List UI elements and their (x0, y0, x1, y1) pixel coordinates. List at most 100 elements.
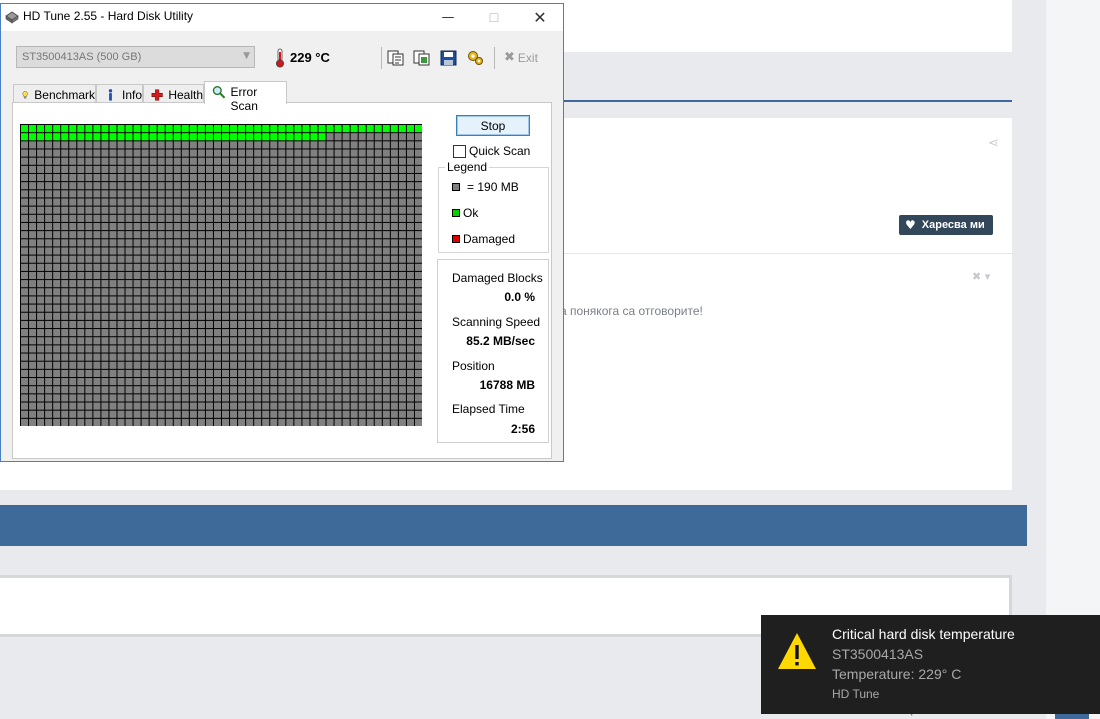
block-unscanned (53, 149, 61, 157)
block-unscanned (350, 386, 358, 394)
block-unscanned (326, 149, 334, 157)
block-unscanned (262, 288, 270, 296)
drive-select[interactable]: ST3500413AS (500 GB) ▼ (16, 46, 255, 68)
block-unscanned (390, 353, 398, 361)
block-unscanned (358, 149, 366, 157)
block-unscanned (310, 312, 318, 320)
save-icon[interactable] (440, 50, 457, 66)
options-icon[interactable] (467, 50, 484, 66)
block-unscanned (230, 222, 238, 231)
exit-button[interactable]: ✖ Exit (504, 50, 538, 65)
copy-text-icon[interactable] (387, 50, 404, 66)
block-unscanned (141, 239, 149, 247)
maximize-button[interactable]: ☐ (471, 4, 517, 31)
block-unscanned (310, 386, 318, 394)
block-unscanned (222, 296, 230, 304)
legend-title: Legend (445, 160, 490, 174)
block-unscanned (230, 157, 238, 165)
block-unscanned (254, 141, 262, 149)
block-unscanned (382, 337, 390, 345)
block-unscanned (93, 386, 101, 394)
title-bar[interactable]: HD Tune 2.55 - Hard Disk Utility — ☐ ✕ (1, 4, 563, 31)
tab-info[interactable]: Info (96, 84, 143, 104)
block-unscanned (133, 394, 141, 402)
minimize-button[interactable]: — (425, 4, 471, 31)
block-unscanned (149, 214, 157, 222)
block-unscanned (414, 369, 422, 378)
block-unscanned (398, 149, 406, 157)
block-unscanned (101, 239, 109, 247)
checkbox-box[interactable] (453, 144, 466, 158)
like-button[interactable]: ♥ Харесва ми (899, 215, 993, 235)
block-unscanned (222, 157, 230, 165)
block-unscanned (230, 410, 238, 418)
quick-scan-checkbox[interactable]: Quick Scan (453, 144, 530, 158)
block-unscanned (117, 141, 125, 149)
block-unscanned (278, 165, 286, 173)
block-unscanned (350, 255, 358, 263)
exit-label: Exit (517, 50, 538, 65)
block-unscanned (310, 418, 318, 426)
block-unscanned (53, 222, 61, 231)
block-unscanned (358, 165, 366, 173)
tab-error-scan[interactable]: Error Scan (204, 81, 287, 113)
block-unscanned (141, 263, 149, 271)
block-unscanned (189, 247, 197, 255)
block-unscanned (77, 255, 85, 263)
block-unscanned (382, 418, 390, 426)
block-unscanned (133, 312, 141, 320)
block-unscanned (390, 247, 398, 255)
block-unscanned (286, 173, 294, 182)
share-icon[interactable]: ⋖ (988, 136, 1002, 151)
block-unscanned (414, 394, 422, 402)
block-unscanned (45, 410, 53, 418)
tab-benchmark[interactable]: Benchmark (13, 84, 96, 104)
block-unscanned (53, 157, 61, 165)
block-unscanned (254, 198, 262, 206)
block-unscanned (37, 361, 45, 369)
block-unscanned (197, 320, 205, 329)
block-unscanned (230, 231, 238, 239)
block-unscanned (406, 190, 414, 198)
block-unscanned (342, 361, 350, 369)
stop-button[interactable]: Stop (456, 115, 530, 136)
block-unscanned (374, 231, 382, 239)
block-unscanned (262, 214, 270, 222)
block-unscanned (350, 337, 358, 345)
copy-screenshot-icon[interactable] (413, 50, 430, 66)
close-button[interactable]: ✕ (517, 4, 563, 31)
block-unscanned (85, 247, 93, 255)
block-unscanned (141, 369, 149, 378)
block-unscanned (270, 361, 278, 369)
block-unscanned (101, 337, 109, 345)
block-unscanned (390, 198, 398, 206)
block-unscanned (173, 255, 181, 263)
block-unscanned (197, 231, 205, 239)
block-unscanned (77, 214, 85, 222)
block-unscanned (278, 369, 286, 378)
block-unscanned (149, 410, 157, 418)
block-unscanned (238, 288, 246, 296)
block-unscanned (157, 165, 165, 173)
block-unscanned (270, 231, 278, 239)
block-unscanned (197, 312, 205, 320)
block-unscanned (197, 214, 205, 222)
block-unscanned (230, 418, 238, 426)
block-unscanned (238, 418, 246, 426)
block-unscanned (414, 198, 422, 206)
block-unscanned (246, 239, 254, 247)
tab-health[interactable]: Health (143, 84, 204, 104)
close-dropdown-icon[interactable]: ✖ ▾ (972, 270, 998, 284)
block-unscanned (278, 190, 286, 198)
block-unscanned (254, 320, 262, 329)
toast-notification[interactable]: Critical hard disk temperature ST3500413… (761, 615, 1100, 714)
block-unscanned (37, 386, 45, 394)
block-unscanned (157, 329, 165, 337)
block-unscanned (109, 141, 117, 149)
block-unscanned (374, 182, 382, 190)
block-unscanned (286, 394, 294, 402)
block-unscanned (366, 386, 374, 394)
block-unscanned (390, 214, 398, 222)
block-unscanned (278, 402, 286, 410)
block-ok (93, 133, 101, 141)
